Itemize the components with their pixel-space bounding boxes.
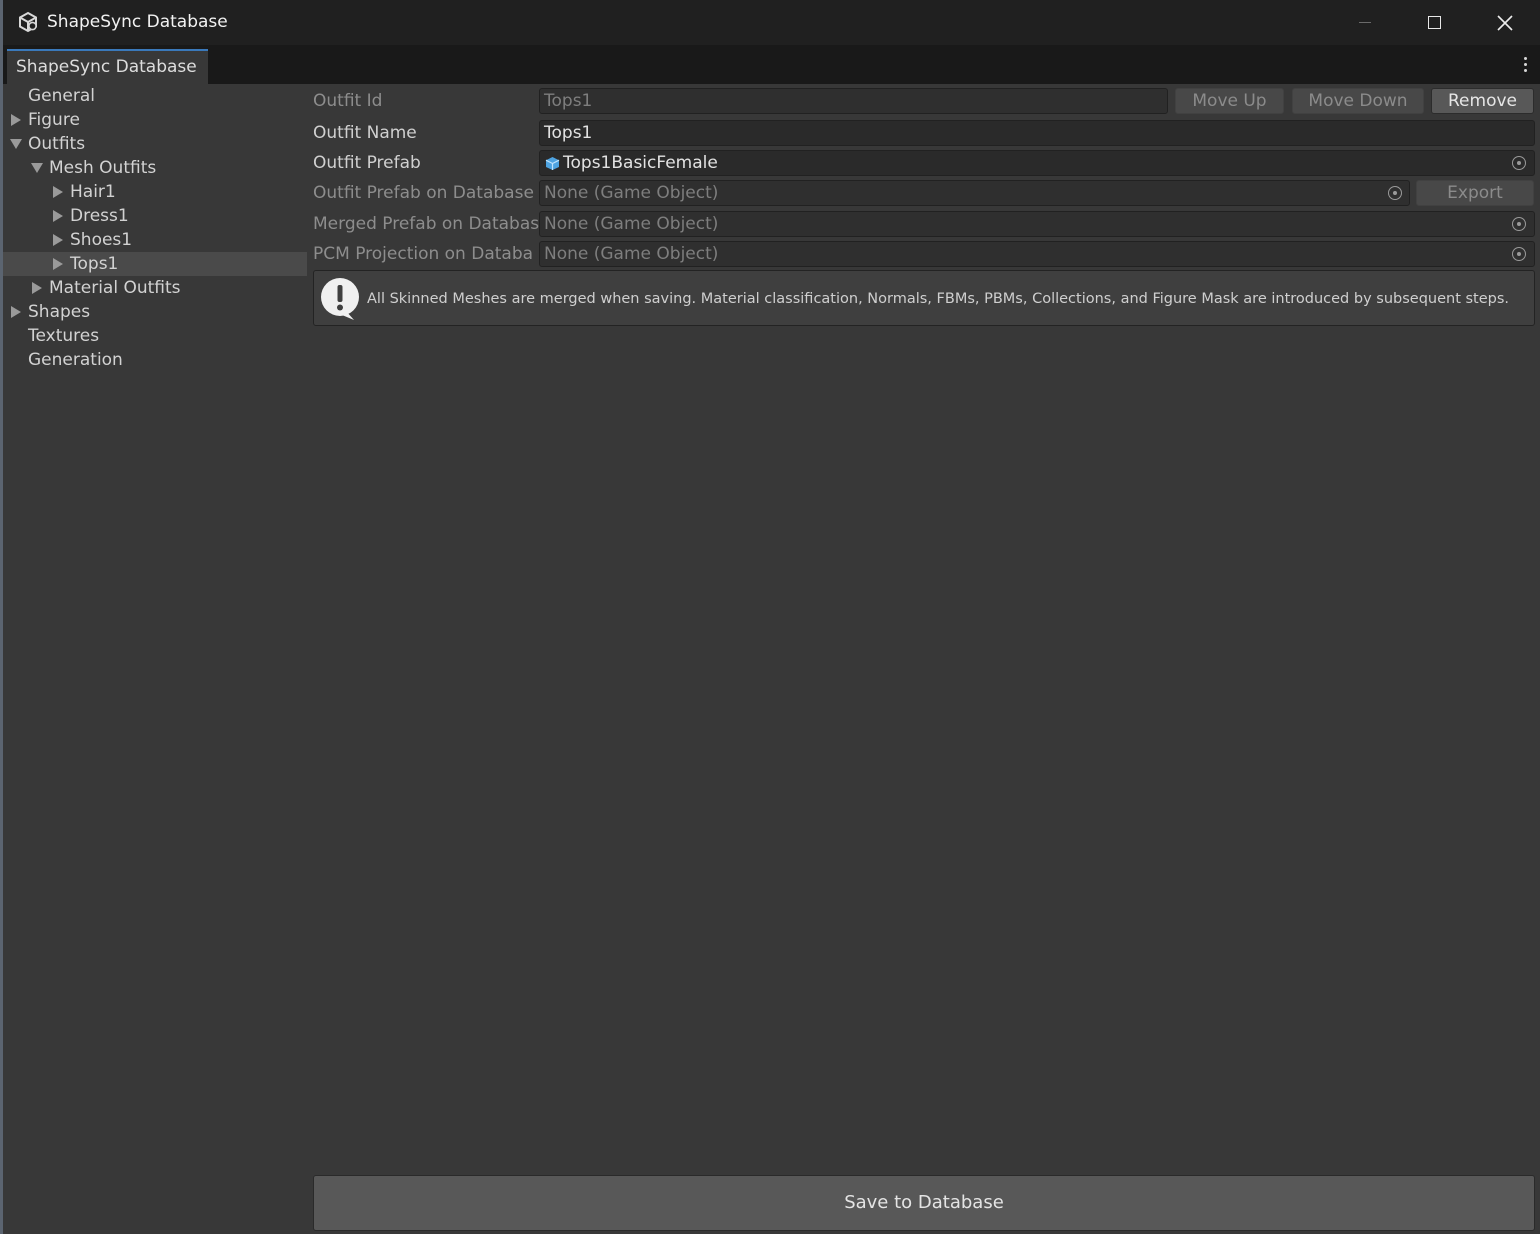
maximize-icon	[1427, 16, 1441, 29]
collapsed-arrow-icon[interactable]	[31, 276, 43, 300]
tree-item-hair1[interactable]: Hair1	[3, 180, 307, 204]
pcm-projection-db-label: PCM Projection on Databa	[313, 244, 534, 264]
export-button[interactable]: Export	[1416, 180, 1534, 206]
outfit-prefab-label: Outfit Prefab	[313, 153, 421, 173]
tab-shapesync-database[interactable]: ShapeSync Database	[7, 49, 208, 84]
tree-item-label: Outfits	[28, 134, 86, 154]
merged-prefab-db-field[interactable]: None (Game Object)	[539, 211, 1535, 237]
help-box: All Skinned Meshes are merged when savin…	[313, 270, 1535, 326]
tree-item-tops1[interactable]: Tops1	[3, 252, 307, 276]
close-button[interactable]	[1470, 0, 1540, 45]
tree-item-label: Dress1	[70, 206, 129, 226]
remove-button[interactable]: Remove	[1431, 88, 1534, 114]
tree-item-label: Textures	[28, 326, 100, 346]
tree-item-label: Shapes	[28, 302, 91, 322]
minimize-button[interactable]	[1330, 0, 1400, 45]
more-options-icon[interactable]	[1524, 57, 1528, 72]
collapsed-arrow-icon[interactable]	[52, 228, 64, 252]
tree-item-label: General	[28, 86, 95, 106]
tree-item-material-outfits[interactable]: Material Outfits	[3, 276, 307, 300]
tree-item-figure[interactable]: Figure	[3, 108, 307, 132]
tree-item-textures[interactable]: Textures	[3, 324, 307, 348]
help-message: All Skinned Meshes are merged when savin…	[367, 291, 1510, 307]
title-bar: ShapeSync Database	[3, 0, 1540, 45]
tree-item-general[interactable]: General	[3, 84, 307, 108]
object-picker-icon[interactable]	[1388, 186, 1402, 200]
close-icon	[1497, 14, 1513, 31]
tree-item-label: Hair1	[70, 182, 116, 202]
pcm-projection-db-field[interactable]: None (Game Object)	[539, 241, 1535, 267]
tree-item-outfits[interactable]: Outfits	[3, 132, 307, 156]
tree-item-label: Mesh Outfits	[49, 158, 157, 178]
window-title: ShapeSync Database	[47, 12, 228, 32]
outfit-prefab-field[interactable]: Tops1BasicFemale	[539, 150, 1535, 176]
tree-item-dress1[interactable]: Dress1	[3, 204, 307, 228]
outfit-id-field[interactable]: Tops1	[539, 88, 1168, 114]
outfit-prefab-db-label: Outfit Prefab on Database	[313, 183, 534, 203]
tree-item-shapes[interactable]: Shapes	[3, 300, 307, 324]
object-picker-icon[interactable]	[1512, 247, 1526, 261]
tree-item-mesh-outfits[interactable]: Mesh Outfits	[3, 156, 307, 180]
tree-item-label: Figure	[28, 110, 80, 130]
navigation-tree: General Figure Outfits Mesh Outfits Hair1 Dre…	[3, 84, 307, 372]
collapsed-arrow-icon[interactable]	[10, 108, 22, 132]
save-to-database-button[interactable]: Save to Database	[313, 1175, 1535, 1231]
outfit-id-label: Outfit Id	[313, 91, 383, 111]
maximize-button[interactable]	[1399, 0, 1469, 45]
minimize-icon	[1359, 22, 1371, 23]
collapsed-arrow-icon[interactable]	[52, 252, 64, 276]
tree-item-label: Tops1	[70, 254, 119, 274]
tree-item-label: Generation	[28, 350, 123, 370]
expanded-arrow-icon[interactable]	[31, 156, 43, 180]
collapsed-arrow-icon[interactable]	[52, 180, 64, 204]
collapsed-arrow-icon[interactable]	[10, 300, 22, 324]
tree-item-label: Material Outfits	[49, 278, 181, 298]
outfit-prefab-value: Tops1BasicFemale	[563, 153, 718, 173]
move-down-button[interactable]: Move Down	[1292, 88, 1424, 114]
tree-item-generation[interactable]: Generation	[3, 348, 307, 372]
editor-window: ShapeSync Database ShapeSync Database Ge…	[3, 0, 1540, 1234]
outfit-name-label: Outfit Name	[313, 123, 417, 143]
collapsed-arrow-icon[interactable]	[52, 204, 64, 228]
tab-strip: ShapeSync Database	[3, 45, 1540, 84]
outfit-name-field[interactable]: Tops1	[539, 120, 1535, 146]
merged-prefab-db-label: Merged Prefab on Databas	[313, 214, 539, 234]
object-picker-icon[interactable]	[1512, 217, 1526, 231]
expanded-arrow-icon[interactable]	[10, 132, 22, 156]
move-up-button[interactable]: Move Up	[1175, 88, 1284, 114]
tree-item-shoes1[interactable]: Shoes1	[3, 228, 307, 252]
tree-item-label: Shoes1	[70, 230, 133, 250]
warning-icon	[321, 278, 359, 320]
prefab-icon	[545, 157, 560, 170]
unity-app-icon	[19, 11, 37, 33]
object-picker-icon[interactable]	[1512, 156, 1526, 170]
outfit-prefab-db-field[interactable]: None (Game Object)	[539, 180, 1410, 206]
